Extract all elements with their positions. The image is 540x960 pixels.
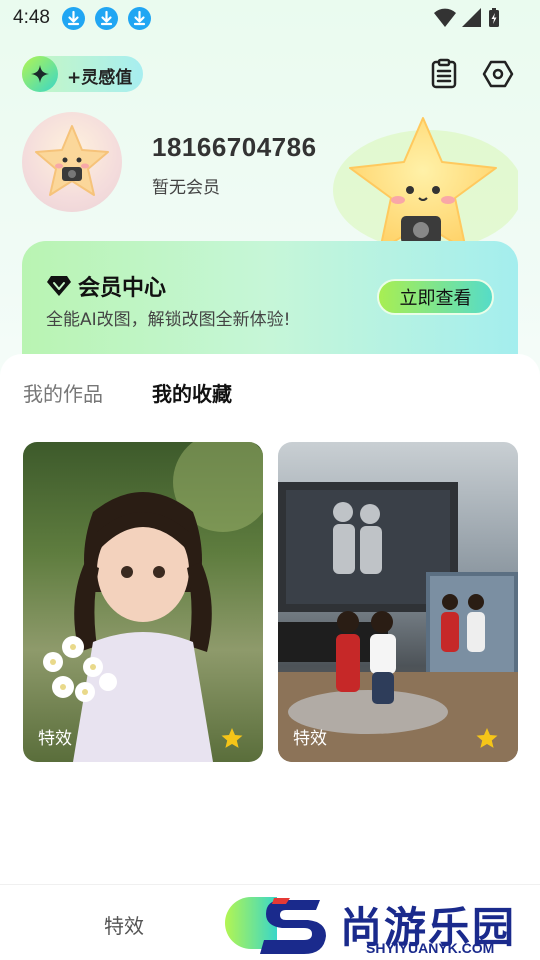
- diamond-icon: [47, 276, 71, 296]
- download-icon: [62, 7, 85, 30]
- signal-icon: [462, 8, 481, 27]
- girl-with-flowers-image: [43, 442, 263, 762]
- inspiration-points-button[interactable]: +灵感值: [22, 56, 143, 92]
- favorite-card[interactable]: 特效: [23, 442, 263, 762]
- watermark-url: SHYIYUANYK.COM: [366, 940, 495, 956]
- inspiration-label: +灵感值: [67, 68, 133, 88]
- watermark: 尚游乐园 SHYIYUANYK.COM: [260, 894, 540, 960]
- card-effect-label: 特效: [293, 729, 327, 749]
- settings-hexagon-icon[interactable]: [482, 58, 514, 90]
- user-phone: 18166704786: [152, 132, 317, 162]
- couple-figurine-image: [278, 482, 518, 762]
- tab-my-works[interactable]: 我的作品: [23, 378, 103, 407]
- status-bar: 4:48: [0, 0, 540, 36]
- membership-status: 暂无会员: [152, 178, 220, 198]
- view-now-button[interactable]: 立即查看: [377, 279, 494, 315]
- sparkle-icon: [22, 56, 58, 92]
- clipboard-list-icon[interactable]: [428, 58, 460, 90]
- download-icon: [128, 7, 151, 30]
- avatar[interactable]: [22, 112, 122, 212]
- wifi-icon: [434, 8, 456, 27]
- battery-charging-icon: [489, 8, 499, 27]
- download-icon: [95, 7, 118, 30]
- member-center-title: 会员中心: [78, 276, 167, 301]
- tab-my-favorites[interactable]: 我的收藏: [152, 378, 232, 407]
- card-effect-label: 特效: [38, 729, 72, 749]
- star-icon[interactable]: [221, 727, 243, 749]
- status-time: 4:48: [13, 7, 50, 28]
- brand-s-logo: [260, 898, 326, 954]
- favorite-card[interactable]: 特效: [278, 442, 518, 762]
- nav-effects[interactable]: 特效: [104, 910, 144, 939]
- star-icon[interactable]: [476, 727, 498, 749]
- content-sheet: 我的作品 我的收藏 特效 特效: [0, 354, 540, 884]
- member-center-subtitle: 全能AI改图，解锁改图全新体验!: [46, 310, 291, 330]
- star-mascot-illustration: [318, 110, 523, 251]
